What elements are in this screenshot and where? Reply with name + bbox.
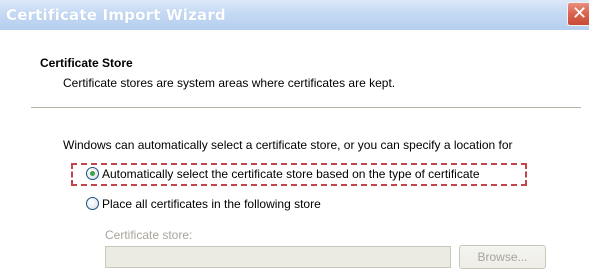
radio-selected-dot <box>90 171 95 176</box>
browse-button: Browse... <box>459 245 546 269</box>
certificate-store-field <box>105 246 451 268</box>
radio-place-in-store[interactable]: Place all certificates in the following … <box>86 197 386 213</box>
certificate-import-wizard-window: Certificate Import Wizard ✕ Certificate … <box>0 0 589 278</box>
radio-selected-icon[interactable] <box>86 167 99 180</box>
window-title: Certificate Import Wizard <box>6 6 226 24</box>
wizard-header <box>0 30 589 110</box>
page-title: Certificate Store <box>40 56 133 70</box>
page-subtitle: Certificate stores are system areas wher… <box>63 76 396 90</box>
radio-auto-select[interactable]: Automatically select the certificate sto… <box>86 167 526 183</box>
certificate-store-label: Certificate store: <box>105 228 193 242</box>
radio-auto-select-label[interactable]: Automatically select the certificate sto… <box>102 167 480 181</box>
intro-text: Windows can automatically select a certi… <box>63 138 513 152</box>
title-bar: Certificate Import Wizard ✕ <box>0 0 589 30</box>
radio-unselected-icon[interactable] <box>86 197 99 210</box>
close-icon: ✕ <box>572 3 588 24</box>
radio-place-in-store-label[interactable]: Place all certificates in the following … <box>102 197 321 211</box>
close-button[interactable]: ✕ <box>567 2 589 26</box>
